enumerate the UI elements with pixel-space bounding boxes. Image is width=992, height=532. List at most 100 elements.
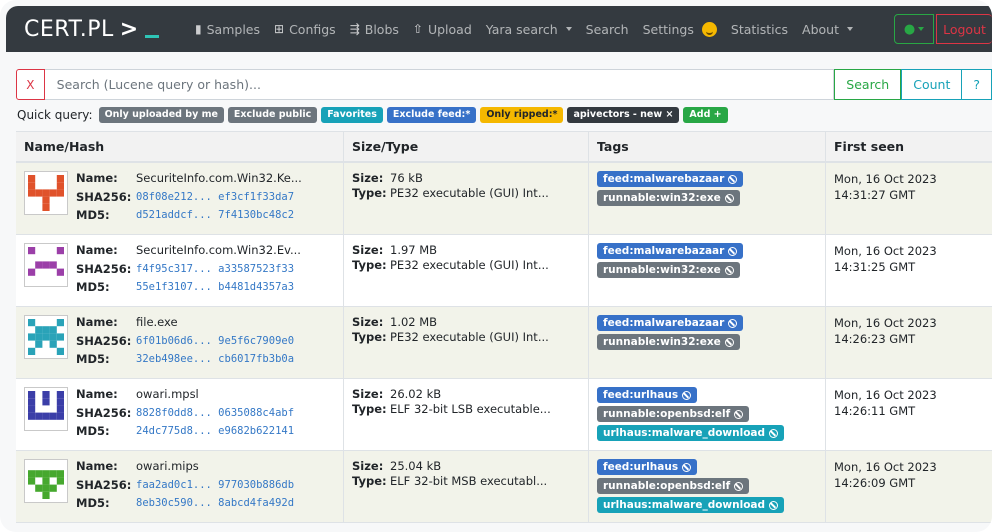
sample-name[interactable]: owari.mips bbox=[136, 459, 294, 477]
sha256-link[interactable]: f4f95c317... a33587523f33 bbox=[136, 262, 301, 280]
brand-logo[interactable]: CERT.PL > bbox=[24, 17, 174, 42]
sample-type: PE32 executable (GUI) Int... bbox=[390, 258, 549, 272]
sample-name[interactable]: file.exe bbox=[136, 315, 294, 333]
remove-tag-icon[interactable] bbox=[724, 337, 734, 347]
quick-query-badge[interactable]: Only uploaded by me bbox=[98, 107, 224, 123]
table-row[interactable]: Name: owari.mips SHA256: faa2ad0c1... 97703… bbox=[16, 451, 992, 523]
quick-query-badge[interactable]: Exclude feed:* bbox=[386, 107, 477, 123]
nav-item-yara-search[interactable]: Yara search bbox=[479, 22, 579, 37]
tag-label: runnable:openbsd:elf bbox=[603, 480, 731, 492]
sample-identicon bbox=[24, 459, 68, 503]
search-button[interactable]: Search bbox=[834, 69, 902, 100]
md5-label: MD5: bbox=[76, 352, 110, 367]
sha256-label: SHA256: bbox=[76, 261, 132, 276]
nav-item-blobs[interactable]: ⇶ Blobs bbox=[343, 22, 406, 37]
quick-query-badge[interactable]: Favorites bbox=[321, 107, 383, 123]
remove-tag-icon[interactable] bbox=[769, 500, 779, 510]
tag-badge[interactable]: runnable:win32:exe bbox=[597, 334, 740, 350]
name-hash-cell: Name: SecuriteInfo.com.Win32.Ke... SHA256:… bbox=[16, 163, 343, 234]
quick-query-badge[interactable]: Only ripped:* bbox=[480, 107, 564, 123]
tag-badge[interactable]: feed:urlhaus bbox=[597, 387, 698, 403]
name-hash-cell: Name: SecuriteInfo.com.Win32.Ev... SHA256:… bbox=[16, 235, 343, 306]
table-row[interactable]: Name: SecuriteInfo.com.Win32.Ev... SHA256:… bbox=[16, 235, 992, 307]
remove-tag-icon[interactable] bbox=[728, 246, 738, 256]
sample-name[interactable]: SecuriteInfo.com.Win32.Ke... bbox=[136, 171, 302, 189]
remove-tag-icon[interactable] bbox=[728, 174, 738, 184]
first-seen-date: Mon, 16 Oct 2023 bbox=[834, 460, 937, 474]
sha256-link[interactable]: 6f01b06d6... 9e5f6c7909e0 bbox=[136, 334, 294, 352]
tag-badge[interactable]: feed:malwarebazaar bbox=[597, 171, 744, 187]
quick-query-badge[interactable]: Exclude public bbox=[227, 107, 318, 123]
hash-info: Name: owari.mpsl SHA256: 8828f0dd8... 06350… bbox=[76, 387, 294, 442]
search-input[interactable]: Search (Lucene query or hash)... bbox=[44, 69, 835, 100]
quick-query-badge[interactable]: apivectors - new × bbox=[567, 107, 680, 123]
table-row[interactable]: Name: file.exe SHA256: 6f01b06d6... 9e5f6c7… bbox=[16, 307, 992, 379]
nav-item-statistics[interactable]: Statistics bbox=[724, 22, 795, 37]
nav-item-upload[interactable]: ⇧ Upload bbox=[406, 22, 479, 37]
md5-link[interactable]: 55e1f3107... b4481d4357a3 bbox=[136, 280, 301, 298]
sample-type: PE32 executable (GUI) Int... bbox=[390, 186, 549, 200]
sample-name[interactable]: owari.mpsl bbox=[136, 387, 294, 405]
remove-tag-icon[interactable] bbox=[734, 409, 744, 419]
nav-item-configs[interactable]: ⊞ Configs bbox=[267, 22, 343, 37]
user-icon: ● bbox=[903, 21, 916, 37]
quick-query-badge[interactable]: Add + bbox=[683, 107, 728, 123]
size-type-info: Size: 76 kB Type: PE32 executable (GUI) Int… bbox=[352, 171, 580, 201]
app-frame: CERT.PL > ▮ Samples ⊞ Configs ⇶ Blobs ⇧ Upload Y… bbox=[0, 0, 992, 532]
remove-tag-icon[interactable] bbox=[724, 193, 734, 203]
tags-cell: feed:malwarebazaar runnable:win32:exe bbox=[588, 235, 825, 306]
tag-badge[interactable]: urlhaus:malware_download bbox=[597, 497, 785, 513]
nav-item-search[interactable]: Search bbox=[579, 22, 636, 37]
tag-list: feed:malwarebazaar runnable:win32:exe bbox=[597, 243, 817, 278]
user-menu-button[interactable]: ● bbox=[894, 14, 934, 44]
table-row[interactable]: Name: owari.mpsl SHA256: 8828f0dd8... 06350… bbox=[16, 379, 992, 451]
sha256-link[interactable]: faa2ad0c1... 977030b886db bbox=[136, 478, 294, 496]
sha256-link[interactable]: 08f08e212... ef3cf1f33da7 bbox=[136, 190, 302, 208]
nav-item-samples[interactable]: ▮ Samples bbox=[188, 22, 267, 37]
remove-tag-icon[interactable] bbox=[728, 318, 738, 328]
nav-item-settings[interactable]: Settings bbox=[636, 21, 724, 37]
md5-link[interactable]: 24dc775d8... e9682b622141 bbox=[136, 424, 294, 442]
type-label: Type: bbox=[352, 258, 387, 272]
tag-badge[interactable]: runnable:openbsd:elf bbox=[597, 406, 750, 422]
type-label: Type: bbox=[352, 330, 387, 344]
tag-badge[interactable]: feed:urlhaus bbox=[597, 459, 698, 475]
remove-tag-icon[interactable] bbox=[682, 462, 692, 472]
size-type-cell: Size: 26.02 kB Type: ELF 32-bit LSB executa… bbox=[343, 379, 588, 450]
nav-item-label: Statistics bbox=[730, 21, 789, 37]
tag-badge[interactable]: urlhaus:malware_download bbox=[597, 425, 785, 441]
sha256-link[interactable]: 8828f0dd8... 0635088c4abf bbox=[136, 406, 294, 424]
size-type-cell: Size: 1.97 MB Type: PE32 executable (GUI) I… bbox=[343, 235, 588, 306]
sample-identicon bbox=[24, 171, 68, 215]
search-bar: X Search (Lucene query or hash)... Searc… bbox=[16, 69, 992, 100]
md5-label: MD5: bbox=[76, 280, 110, 295]
md5-link[interactable]: 32eb498ee... cb6017fb3b0a bbox=[136, 352, 294, 370]
nav-item-about[interactable]: About bbox=[795, 22, 860, 37]
tag-label: feed:malwarebazaar bbox=[603, 317, 725, 329]
size-label: Size: bbox=[352, 315, 384, 329]
clear-search-button[interactable]: X bbox=[16, 69, 45, 100]
count-button[interactable]: Count bbox=[901, 69, 963, 100]
tag-badge[interactable]: runnable:win32:exe bbox=[597, 262, 740, 278]
sample-size: 25.04 kB bbox=[390, 459, 442, 473]
help-button[interactable]: ? bbox=[962, 69, 992, 100]
remove-tag-icon[interactable] bbox=[769, 428, 779, 438]
first-seen-cell: Mon, 16 Oct 2023 14:26:23 GMT bbox=[825, 307, 992, 378]
md5-link[interactable]: 8eb30c590... 8abcd4fa492d bbox=[136, 496, 294, 514]
md5-link[interactable]: d521addcf... 7f4130bc48c2 bbox=[136, 208, 302, 226]
sample-identicon bbox=[24, 243, 68, 287]
sample-name[interactable]: SecuriteInfo.com.Win32.Ev... bbox=[136, 243, 301, 261]
name-hash-cell: Name: owari.mips SHA256: faa2ad0c1... 97703… bbox=[16, 451, 343, 522]
table-row[interactable]: Name: SecuriteInfo.com.Win32.Ke... SHA256:… bbox=[16, 163, 992, 235]
tag-label: runnable:win32:exe bbox=[603, 336, 721, 348]
tag-badge[interactable]: runnable:win32:exe bbox=[597, 190, 740, 206]
tag-badge[interactable]: feed:malwarebazaar bbox=[597, 315, 744, 331]
brand-text: CERT.PL bbox=[24, 16, 114, 42]
remove-tag-icon[interactable] bbox=[682, 390, 692, 400]
remove-tag-icon[interactable] bbox=[734, 481, 744, 491]
tag-badge[interactable]: feed:malwarebazaar bbox=[597, 243, 744, 259]
size-type-info: Size: 1.97 MB Type: PE32 executable (GUI) I… bbox=[352, 243, 580, 273]
logout-button[interactable]: Logout bbox=[936, 14, 992, 44]
remove-tag-icon[interactable] bbox=[724, 265, 734, 275]
tag-badge[interactable]: runnable:openbsd:elf bbox=[597, 478, 750, 494]
